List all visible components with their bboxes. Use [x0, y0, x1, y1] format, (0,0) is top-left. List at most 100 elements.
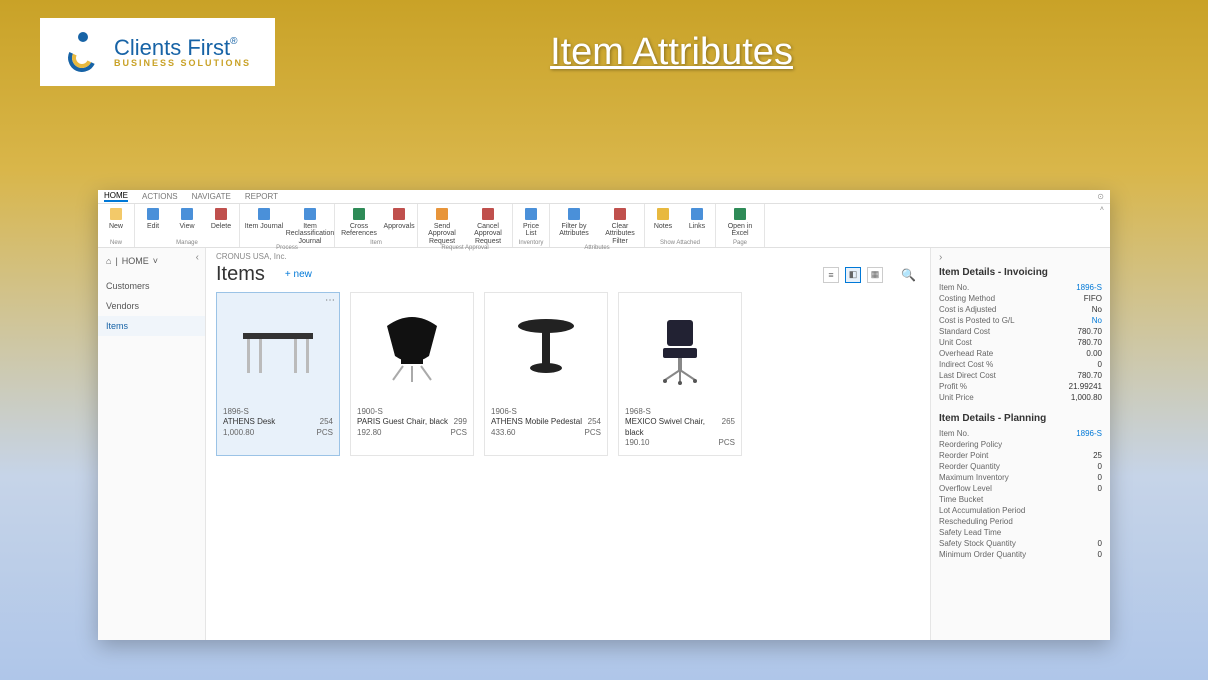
view-list-button[interactable]: ≡: [823, 267, 839, 283]
ribbon-group-label: Page: [720, 240, 760, 247]
view-tiles-button[interactable]: ◧: [845, 267, 861, 283]
detail-row: Cost is Posted to G/LNo: [939, 315, 1102, 326]
sidebar-item-vendors[interactable]: Vendors: [98, 296, 205, 316]
ribbon-button-approvals[interactable]: Approvals: [385, 206, 413, 240]
detail-row: Costing MethodFIFO: [939, 293, 1102, 304]
sidebar-item-items[interactable]: Items: [98, 316, 205, 336]
detail-row: Item No. 1896-S: [939, 428, 1102, 439]
detail-key: Minimum Order Quantity: [939, 550, 1026, 559]
ribbon-button-send-approval[interactable]: Send Approval Request: [422, 206, 462, 245]
detail-value[interactable]: No: [1092, 316, 1102, 325]
ribbon-button-label: Cross References: [339, 223, 379, 238]
ribbon-tab-report[interactable]: REPORT: [245, 192, 278, 201]
detail-row: Last Direct Cost780.70: [939, 370, 1102, 381]
ribbon-button-clear-attr-filter[interactable]: Clear Attributes Filter: [600, 206, 640, 245]
ribbon-button-cross-refs[interactable]: Cross References: [339, 206, 379, 240]
ribbon-button-label: Links: [689, 223, 705, 230]
item-qty: 265: [722, 417, 735, 438]
ribbon-group-new: NewNew: [98, 204, 135, 247]
ribbon-tab-home[interactable]: HOME: [104, 191, 128, 202]
sidebar-home[interactable]: ⌂ | HOME ˅: [98, 252, 205, 270]
item-card[interactable]: ⋯ 1896-S ATHENS Desk254 1,000.80PCS: [216, 292, 340, 456]
detail-key: Item No.: [939, 429, 969, 438]
ribbon-collapse-icon[interactable]: ˄: [1094, 204, 1110, 215]
invoicing-section-title: Item Details - Invoicing: [939, 267, 1102, 278]
item-card[interactable]: 1900-S PARIS Guest Chair, black299 192.8…: [350, 292, 474, 456]
ribbon-button-label: Clear Attributes Filter: [600, 223, 640, 245]
item-sku: 1906-S: [491, 407, 517, 417]
detail-key: Unit Cost: [939, 338, 972, 347]
ribbon-group-label: Show Attached: [649, 240, 711, 247]
detail-key: Unit Price: [939, 393, 974, 402]
item-qty: 254: [320, 417, 333, 427]
item-card[interactable]: 1906-S ATHENS Mobile Pedestal254 433.60P…: [484, 292, 608, 456]
ribbon-button-label: Notes: [654, 223, 672, 230]
detail-row: Profit %21.99241: [939, 381, 1102, 392]
ribbon-button-filter-by-attr[interactable]: Filter by Attributes: [554, 206, 594, 245]
ribbon: NewNewEditViewDeleteManageItem JournalIt…: [98, 204, 1110, 248]
detail-row: Lot Accumulation Period: [939, 505, 1102, 516]
detail-row: Reorder Quantity0: [939, 461, 1102, 472]
details-pane: › Item Details - Invoicing Item No. 1896-…: [930, 248, 1110, 640]
detail-key: Overflow Level: [939, 484, 992, 493]
ribbon-button-item-reclass[interactable]: Item Reclassification Journal: [290, 206, 330, 245]
item-sku: 1968-S: [625, 407, 651, 417]
ribbon-button-new[interactable]: New: [102, 206, 130, 240]
detail-value: 0: [1098, 360, 1102, 369]
ribbon-button-open-excel[interactable]: Open in Excel: [720, 206, 760, 240]
detail-key: Safety Stock Quantity: [939, 539, 1016, 548]
item-image: ⋯: [217, 293, 339, 403]
ribbon-button-label: Filter by Attributes: [554, 223, 594, 238]
item-price: 1,000.80: [223, 428, 254, 438]
item-cards: ⋯ 1896-S ATHENS Desk254 1,000.80PCS 1900…: [206, 292, 930, 456]
ribbon-group-item: Cross ReferencesApprovalsItem: [335, 204, 418, 247]
new-item-link[interactable]: + new: [285, 269, 312, 280]
detail-row: Overhead Rate0.00: [939, 348, 1102, 359]
item-card[interactable]: 1968-S MEXICO Swivel Chair, black265 190…: [618, 292, 742, 456]
ribbon-group-inventory: Price ListInventory: [513, 204, 550, 247]
detail-row: Indirect Cost %0: [939, 359, 1102, 370]
ribbon-group-page: Open in ExcelPage: [716, 204, 765, 247]
detail-key: Costing Method: [939, 294, 995, 303]
main-area: CRONUS USA, Inc. Items + new ≡ ◧ ▦ 🔍 ⋯ 1…: [206, 248, 930, 640]
detail-key: Safety Lead Time: [939, 528, 1001, 537]
detail-value[interactable]: 1896-S: [1076, 283, 1102, 292]
ribbon-button-delete[interactable]: Delete: [207, 206, 235, 240]
detail-key: Maximum Inventory: [939, 473, 1009, 482]
detail-row: Safety Stock Quantity 0: [939, 538, 1102, 549]
ribbon-button-links[interactable]: Links: [683, 206, 711, 240]
item-uom: PCS: [451, 428, 467, 438]
ribbon-button-item-journal[interactable]: Item Journal: [244, 206, 284, 245]
ribbon-group-label: Inventory: [517, 240, 545, 247]
ribbon-button-label: New: [109, 223, 123, 230]
detail-value[interactable]: 1896-S: [1076, 429, 1102, 438]
page-title: Item Attributes: [275, 31, 1168, 74]
sidebar-collapse-icon[interactable]: ‹: [196, 252, 199, 263]
detail-value: 0: [1098, 539, 1102, 548]
ribbon-button-price-list[interactable]: Price List: [517, 206, 545, 240]
ribbon-tab-navigate[interactable]: NAVIGATE: [192, 192, 231, 201]
ribbon-tab-actions[interactable]: ACTIONS: [142, 192, 178, 201]
item-name: MEXICO Swivel Chair, black: [625, 417, 722, 438]
detail-row: Time Bucket: [939, 494, 1102, 505]
more-icon[interactable]: ⋯: [325, 295, 335, 306]
search-icon[interactable]: 🔍: [901, 268, 916, 282]
details-toggle-icon[interactable]: ›: [939, 252, 1102, 263]
ribbon-button-view[interactable]: View: [173, 206, 201, 240]
ribbon-button-cancel-approval[interactable]: Cancel Approval Request: [468, 206, 508, 245]
item-image: [351, 293, 473, 403]
ribbon-group-attributes: Filter by Attributes Clear Attributes Fil…: [550, 204, 645, 247]
ribbon-button-notes[interactable]: Notes: [649, 206, 677, 240]
detail-key: Cost is Adjusted: [939, 305, 996, 314]
item-name: ATHENS Desk: [223, 417, 275, 427]
window-actions-icon[interactable]: ⊙: [1097, 192, 1104, 201]
ribbon-button-edit[interactable]: Edit: [139, 206, 167, 240]
list-title: Items: [216, 263, 265, 286]
detail-key: Time Bucket: [939, 495, 983, 504]
ribbon-button-label: Send Approval Request: [422, 223, 462, 245]
view-grid-button[interactable]: ▦: [867, 267, 883, 283]
item-price: 190.10: [625, 438, 649, 448]
detail-value: 780.70: [1078, 338, 1102, 347]
planning-section-title: Item Details - Planning: [939, 413, 1102, 424]
sidebar-item-customers[interactable]: Customers: [98, 276, 205, 296]
